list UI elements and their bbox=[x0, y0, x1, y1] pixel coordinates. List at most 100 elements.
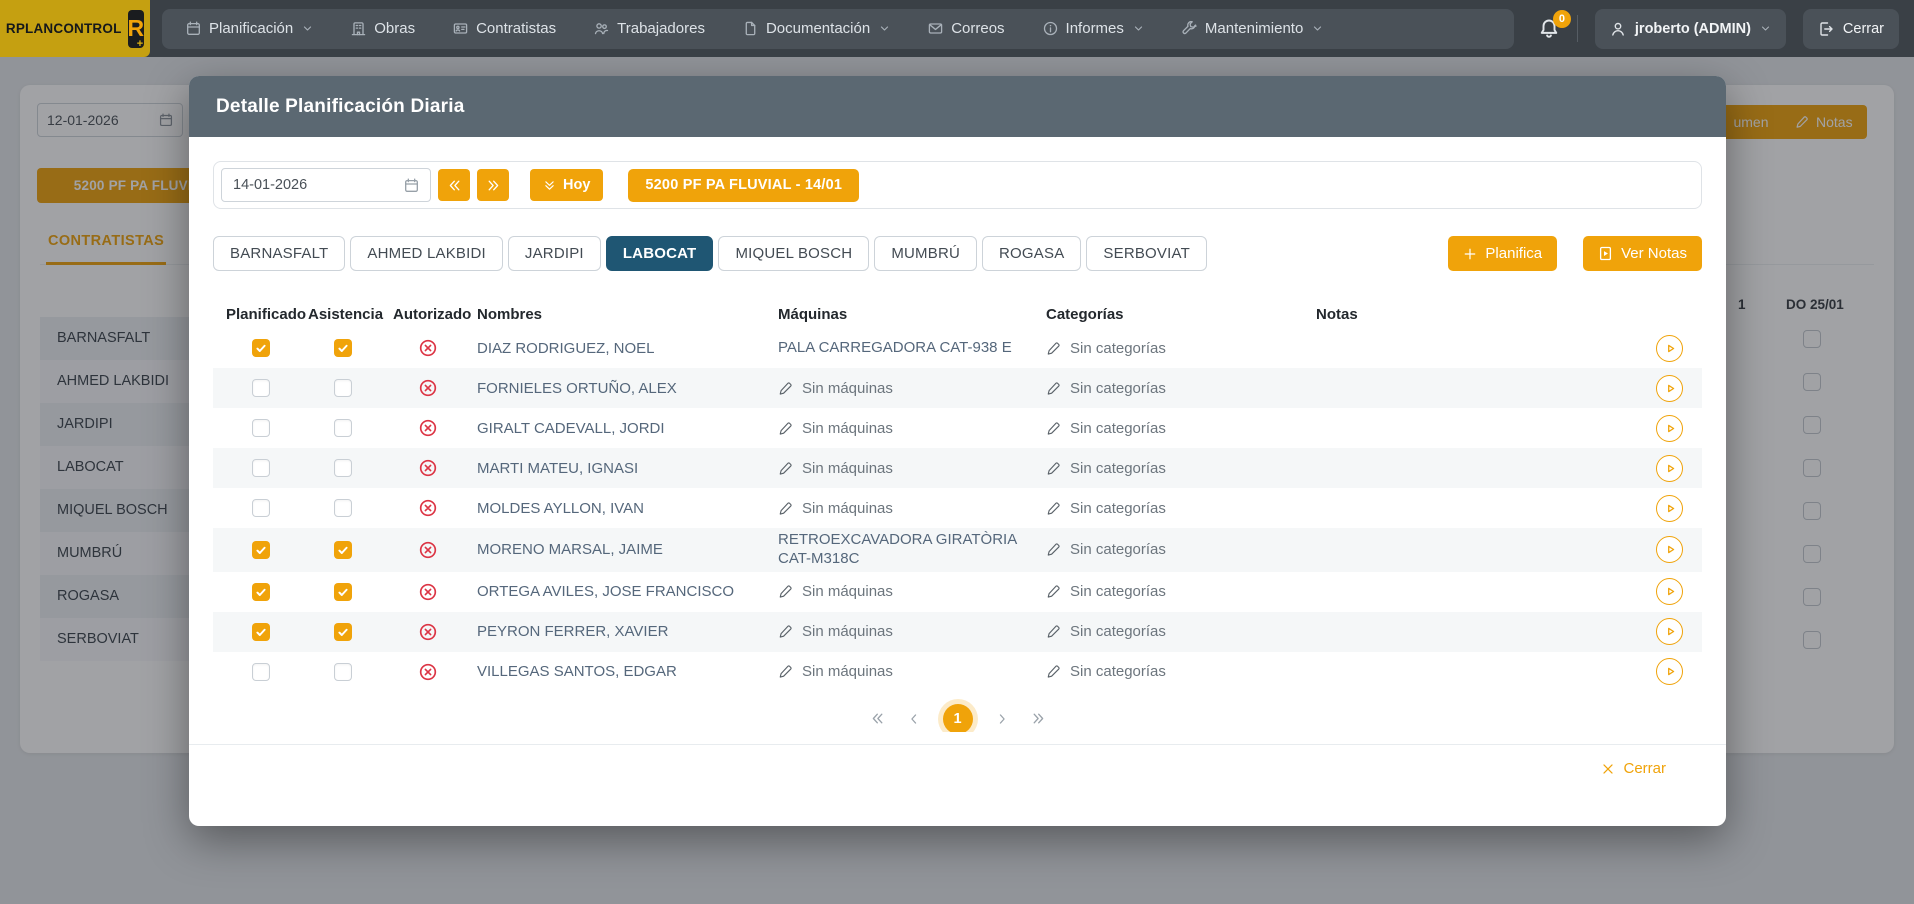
planificado-checkbox[interactable] bbox=[252, 663, 270, 681]
nav-item-documentacion[interactable]: Documentación bbox=[743, 20, 890, 37]
nav-item-informes[interactable]: Informes bbox=[1043, 20, 1144, 37]
row-notes-button[interactable] bbox=[1656, 415, 1683, 442]
asistencia-checkbox[interactable] bbox=[334, 623, 352, 641]
edit-machines-icon[interactable] bbox=[778, 624, 793, 639]
notifications-button[interactable]: 0 bbox=[1538, 18, 1560, 40]
planifica-button[interactable]: Planifica bbox=[1448, 236, 1557, 271]
ver-notas-button[interactable]: Ver Notas bbox=[1583, 236, 1702, 271]
asistencia-checkbox[interactable] bbox=[334, 459, 352, 477]
planificado-checkbox[interactable] bbox=[252, 583, 270, 601]
asistencia-checkbox[interactable] bbox=[334, 499, 352, 517]
nav-item-contratistas[interactable]: Contratistas bbox=[453, 20, 556, 37]
edit-categories-icon[interactable] bbox=[1046, 421, 1061, 436]
edit-categories-icon[interactable] bbox=[1046, 584, 1061, 599]
not-authorized-icon bbox=[419, 541, 437, 559]
edit-categories-icon[interactable] bbox=[1046, 341, 1061, 356]
contractor-tab-mumbru[interactable]: MUMBRÚ bbox=[874, 236, 977, 271]
worker-row: MOLDES AYLLON, IVANSin máquinasSin categ… bbox=[213, 488, 1702, 528]
nav-item-label: Mantenimiento bbox=[1205, 20, 1303, 37]
row-notes-button[interactable] bbox=[1656, 578, 1683, 605]
worker-row: FORNIELES ORTUÑO, ALEXSin máquinasSin ca… bbox=[213, 368, 1702, 408]
contractor-tab-ahmed-lakbidi[interactable]: AHMED LAKBIDI bbox=[350, 236, 502, 271]
column-header-autorizado: Autorizado bbox=[393, 306, 477, 323]
contractor-tab-barnasfalt[interactable]: BARNASFALT bbox=[213, 236, 345, 271]
modal-date-input[interactable]: 14-01-2026 bbox=[221, 168, 431, 202]
row-notes-button[interactable] bbox=[1656, 495, 1683, 522]
planificado-checkbox[interactable] bbox=[252, 459, 270, 477]
user-menu[interactable]: jroberto (ADMIN) bbox=[1595, 9, 1786, 49]
no-machines-label: Sin máquinas bbox=[802, 623, 893, 640]
planificado-checkbox[interactable] bbox=[252, 499, 270, 517]
edit-categories-icon[interactable] bbox=[1046, 461, 1061, 476]
no-categories-label: Sin categorías bbox=[1070, 460, 1166, 477]
worker-name: MOLDES AYLLON, IVAN bbox=[477, 500, 778, 517]
prev-day-button[interactable] bbox=[438, 169, 470, 201]
nav-item-obras[interactable]: Obras bbox=[351, 20, 415, 37]
contractor-tab-labocat[interactable]: LABOCAT bbox=[606, 236, 714, 271]
nav-item-planificacion[interactable]: Planificación bbox=[186, 20, 313, 37]
asistencia-checkbox[interactable] bbox=[334, 541, 352, 559]
edit-machines-icon[interactable] bbox=[778, 584, 793, 599]
no-machines-label: Sin máquinas bbox=[802, 583, 893, 600]
pagination-current-page[interactable]: 1 bbox=[943, 704, 973, 733]
contractor-tab-serboviat[interactable]: SERBOVIAT bbox=[1086, 236, 1207, 271]
edit-categories-icon[interactable] bbox=[1046, 542, 1061, 557]
chevron-down-icon bbox=[879, 23, 890, 34]
logout-button[interactable]: Cerrar bbox=[1803, 9, 1899, 49]
modal-detalle-planificacion: Detalle Planificación Diaria 14-01-2026 … bbox=[189, 76, 1726, 826]
contractor-tab-jardipi[interactable]: JARDIPI bbox=[508, 236, 601, 271]
asistencia-checkbox[interactable] bbox=[334, 583, 352, 601]
edit-categories-icon[interactable] bbox=[1046, 624, 1061, 639]
row-notes-button[interactable] bbox=[1656, 536, 1683, 563]
edit-categories-icon[interactable] bbox=[1046, 664, 1061, 679]
nav-item-label: Informes bbox=[1066, 20, 1124, 37]
asistencia-checkbox[interactable] bbox=[334, 379, 352, 397]
worker-row: DIAZ RODRIGUEZ, NOELPALA CARREGADORA CAT… bbox=[213, 328, 1702, 368]
worker-name: FORNIELES ORTUÑO, ALEX bbox=[477, 380, 778, 397]
no-categories-label: Sin categorías bbox=[1070, 340, 1166, 357]
nav-item-mantenimiento[interactable]: Mantenimiento bbox=[1182, 20, 1323, 37]
edit-machines-icon[interactable] bbox=[778, 664, 793, 679]
nav-item-correos[interactable]: Correos bbox=[928, 20, 1004, 37]
next-page-button[interactable] bbox=[995, 712, 1009, 726]
notification-badge: 0 bbox=[1553, 10, 1571, 28]
column-header-planificado: Planificado bbox=[226, 306, 308, 323]
app-logo[interactable]: RPLANCONTROL R bbox=[0, 0, 150, 57]
planificado-checkbox[interactable] bbox=[252, 419, 270, 437]
row-notes-button[interactable] bbox=[1656, 618, 1683, 645]
column-header-maquinas: Máquinas bbox=[778, 306, 1046, 323]
edit-categories-icon[interactable] bbox=[1046, 501, 1061, 516]
row-notes-button[interactable] bbox=[1656, 658, 1683, 685]
first-page-button[interactable] bbox=[870, 711, 885, 726]
modal-toolbar: 14-01-2026 Hoy 5200 PF PA FLUVIAL - 14/0… bbox=[213, 161, 1702, 209]
planificado-checkbox[interactable] bbox=[252, 623, 270, 641]
contractor-tab-rogasa[interactable]: ROGASA bbox=[982, 236, 1081, 271]
top-navbar: RPLANCONTROL R Planificación Obras Contrat… bbox=[0, 0, 1914, 57]
edit-machines-icon[interactable] bbox=[778, 461, 793, 476]
next-day-button[interactable] bbox=[477, 169, 509, 201]
modal-close-button[interactable]: Cerrar bbox=[1601, 760, 1666, 777]
asistencia-checkbox[interactable] bbox=[334, 419, 352, 437]
project-badge[interactable]: 5200 PF PA FLUVIAL - 14/01 bbox=[628, 169, 859, 202]
machine-name: PALA CARREGADORA CAT-938 E bbox=[778, 339, 1028, 358]
today-button[interactable]: Hoy bbox=[530, 169, 603, 201]
asistencia-checkbox[interactable] bbox=[334, 663, 352, 681]
row-notes-button[interactable] bbox=[1656, 455, 1683, 482]
planificado-checkbox[interactable] bbox=[252, 339, 270, 357]
row-notes-button[interactable] bbox=[1656, 335, 1683, 362]
prev-page-button[interactable] bbox=[907, 712, 921, 726]
edit-categories-icon[interactable] bbox=[1046, 381, 1061, 396]
nav-item-trabajadores[interactable]: Trabajadores bbox=[594, 20, 705, 37]
edit-machines-icon[interactable] bbox=[778, 381, 793, 396]
contractor-tab-miquel-bosch[interactable]: MIQUEL BOSCH bbox=[718, 236, 869, 271]
edit-machines-icon[interactable] bbox=[778, 421, 793, 436]
navbar-divider bbox=[1577, 15, 1578, 42]
asistencia-checkbox[interactable] bbox=[334, 339, 352, 357]
close-icon bbox=[1601, 762, 1615, 776]
row-notes-button[interactable] bbox=[1656, 375, 1683, 402]
planificado-checkbox[interactable] bbox=[252, 541, 270, 559]
planificado-checkbox[interactable] bbox=[252, 379, 270, 397]
edit-machines-icon[interactable] bbox=[778, 501, 793, 516]
last-page-button[interactable] bbox=[1031, 711, 1046, 726]
worker-name: VILLEGAS SANTOS, EDGAR bbox=[477, 663, 778, 680]
